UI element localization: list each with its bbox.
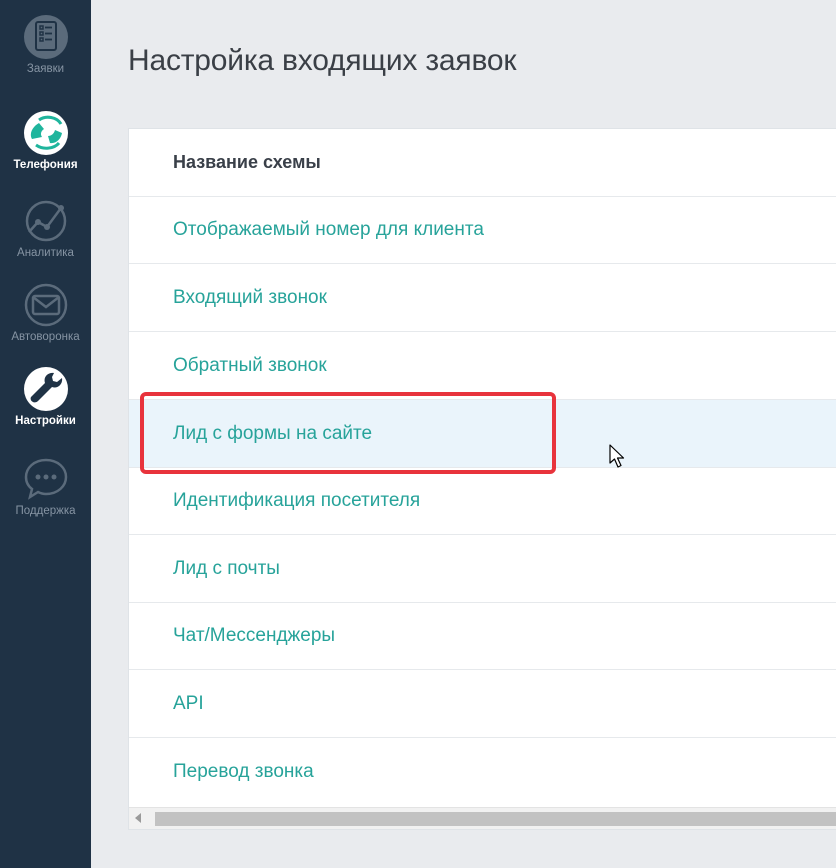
sidebar-item-label: Настройки bbox=[15, 415, 76, 427]
scheme-link[interactable]: Чат/Мессенджеры bbox=[129, 625, 335, 647]
scheme-link[interactable]: Перевод звонка bbox=[129, 761, 314, 783]
table-row[interactable]: Лид с почты bbox=[129, 535, 836, 603]
sidebar-item-settings[interactable]: Настройки bbox=[0, 364, 91, 428]
scheme-link[interactable]: Обратный звонок bbox=[129, 355, 327, 377]
main-content: Настройка входящих заявок Название схемы… bbox=[91, 0, 836, 868]
table-row[interactable]: Чат/Мессенджеры bbox=[129, 603, 836, 670]
sidebar-item-label: Автоворонка bbox=[11, 331, 80, 343]
sidebar-item-label: Поддержка bbox=[15, 505, 76, 517]
sidebar-item-autofunnel[interactable]: Автоворонка bbox=[0, 280, 91, 344]
analytics-graph-icon bbox=[25, 200, 66, 242]
scheme-link[interactable]: Отображаемый номер для клиента bbox=[129, 219, 484, 241]
scheme-link[interactable]: Лид с почты bbox=[129, 558, 280, 580]
sidebar-item-requests[interactable]: Заявки bbox=[0, 12, 91, 76]
table-row[interactable]: Отображаемый номер для клиента bbox=[129, 197, 836, 264]
envelope-icon bbox=[24, 283, 67, 327]
sidebar-item-label: Заявки bbox=[26, 63, 65, 75]
sidebar-item-label: Телефония bbox=[13, 159, 78, 171]
sidebar-item-telephony[interactable]: Телефония bbox=[0, 108, 91, 172]
sidebar-item-label: Аналитика bbox=[17, 247, 74, 259]
sidebar-item-support[interactable]: Поддержка bbox=[0, 454, 91, 518]
schemes-table: Название схемы Отображаемый номер для кл… bbox=[128, 128, 836, 830]
scrollbar-thumb[interactable] bbox=[155, 812, 836, 826]
clipboard-list-icon bbox=[23, 15, 68, 59]
scheme-link[interactable]: API bbox=[129, 693, 204, 715]
column-header-scheme-name: Название схемы bbox=[173, 152, 321, 172]
wrench-icon bbox=[23, 367, 68, 411]
table-header: Название схемы bbox=[129, 129, 836, 197]
scheme-link[interactable]: Лид с формы на сайте bbox=[129, 423, 372, 445]
sidebar: Заявки Телефония Аналитика Автоворонка Н… bbox=[0, 0, 91, 868]
table-row[interactable]: Перевод звонка bbox=[129, 738, 836, 806]
scheme-link[interactable]: Идентификация посетителя bbox=[129, 490, 420, 512]
horizontal-scrollbar[interactable] bbox=[129, 807, 836, 829]
scheme-link[interactable]: Входящий звонок bbox=[129, 287, 327, 309]
phone-globe-icon bbox=[23, 111, 68, 155]
table-row[interactable]: Входящий звонок bbox=[129, 264, 836, 332]
app-window: Заявки Телефония Аналитика Автоворонка Н… bbox=[0, 0, 836, 868]
page-title: Настройка входящих заявок bbox=[128, 44, 517, 77]
sidebar-item-analytics[interactable]: Аналитика bbox=[0, 196, 91, 260]
table-row-selected[interactable]: Лид с формы на сайте bbox=[129, 400, 836, 468]
table-row[interactable]: Идентификация посетителя bbox=[129, 468, 836, 535]
scroll-left-arrow-icon[interactable] bbox=[135, 813, 141, 823]
table-row[interactable]: API bbox=[129, 670, 836, 738]
mouse-cursor-icon bbox=[609, 444, 625, 468]
chat-bubble-icon bbox=[24, 458, 67, 500]
table-row[interactable]: Обратный звонок bbox=[129, 332, 836, 400]
